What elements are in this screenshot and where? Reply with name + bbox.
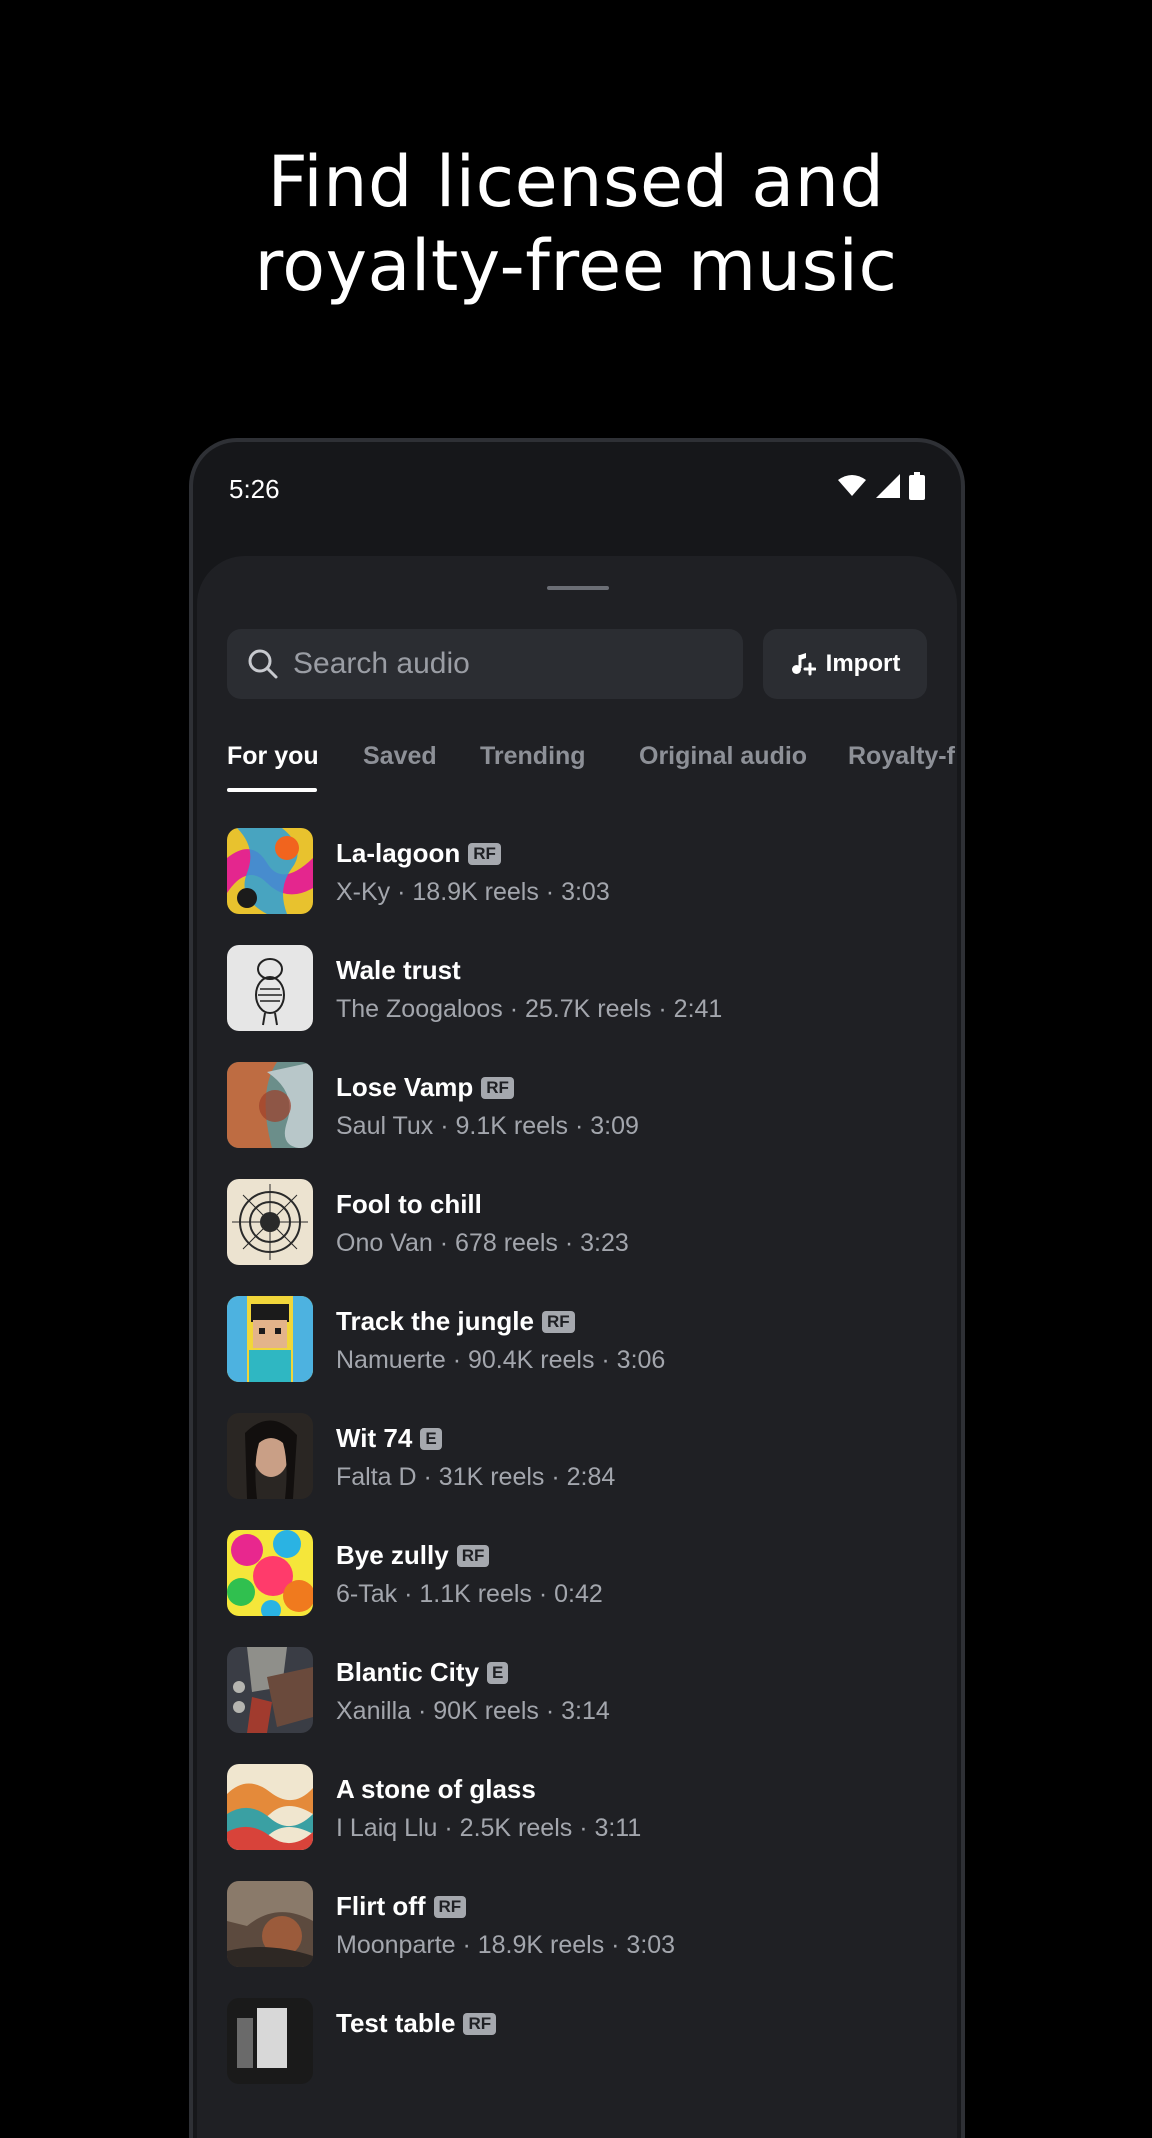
import-button[interactable]: Import	[763, 629, 927, 699]
tab-saved[interactable]: Saved	[363, 742, 437, 771]
rf-badge: RF	[433, 1895, 467, 1918]
audio-sheet: Search audio Import For you Saved Trendi…	[197, 556, 957, 2138]
tab-trending[interactable]: Trending	[480, 742, 586, 771]
headline: Find licensed and royalty-free music	[0, 140, 1152, 308]
track-row[interactable]: Flirt off RF Moonparte · 18.9K reels · 3…	[227, 1881, 927, 1998]
track-meta: Saul Tux · 9.1K reels · 3:09	[336, 1112, 639, 1140]
rf-badge: RF	[468, 842, 501, 865]
track-list: La-lagoon RF X-Ky · 18.9K reels · 3:03 W…	[227, 828, 927, 2115]
music-note-plus-icon	[791, 653, 816, 676]
rf-badge: RF	[481, 1076, 514, 1099]
track-meta: Ono Van · 678 reels · 3:23	[336, 1229, 629, 1257]
status-bar: 5:26	[193, 442, 961, 542]
track-title: Test table	[336, 2008, 456, 2038]
track-meta: X-Ky · 18.9K reels · 3:03	[336, 878, 610, 906]
track-title: Track the jungle	[336, 1306, 534, 1336]
search-icon	[248, 649, 278, 679]
track-meta: I Laiq Llu · 2.5K reels · 3:11	[336, 1814, 642, 1842]
track-meta: Moonparte · 18.9K reels · 3:03	[336, 1931, 676, 1959]
track-title: Wale trust	[336, 955, 461, 985]
album-art	[227, 1296, 313, 1382]
tab-bar: For you Saved Trending Original audio Ro…	[227, 726, 961, 796]
track-title-row: Bye zully RF	[336, 1540, 490, 1571]
track-title-row: Blantic City E	[336, 1657, 509, 1688]
track-title: Fool to chill	[336, 1189, 482, 1219]
album-art	[227, 828, 313, 914]
track-title-row: Fool to chill	[336, 1189, 482, 1220]
track-title: La-lagoon	[336, 838, 461, 868]
track-title-row: Test table RF	[336, 2008, 497, 2039]
album-art	[227, 1998, 313, 2084]
track-row[interactable]: Bye zully RF 6-Tak · 1.1K reels · 0:42	[227, 1530, 927, 1647]
rf-badge: RF	[541, 1310, 575, 1333]
track-title-row: Lose Vamp RF	[336, 1072, 514, 1103]
rf-badge: RF	[456, 1544, 490, 1567]
album-art	[227, 1764, 313, 1850]
track-row[interactable]: Lose Vamp RF Saul Tux · 9.1K reels · 3:0…	[227, 1062, 927, 1179]
explicit-badge: E	[420, 1427, 442, 1450]
album-art	[227, 945, 313, 1031]
album-art	[227, 1413, 313, 1499]
track-row[interactable]: Wit 74 E Falta D · 31K reels · 2:84	[227, 1413, 927, 1530]
track-meta: Falta D · 31K reels · 2:84	[336, 1463, 616, 1491]
track-title-row: A stone of glass	[336, 1774, 536, 1805]
battery-icon	[909, 472, 925, 500]
track-meta: Xanilla · 90K reels · 3:14	[336, 1697, 610, 1725]
track-row[interactable]: A stone of glass I Laiq Llu · 2.5K reels…	[227, 1764, 927, 1881]
status-icons	[837, 472, 925, 500]
wifi-icon	[838, 475, 866, 496]
album-art	[227, 1179, 313, 1265]
track-title: Flirt off	[336, 1891, 426, 1921]
track-title-row: Track the jungle RF	[336, 1306, 575, 1337]
tab-original-audio[interactable]: Original audio	[639, 742, 807, 771]
album-art	[227, 1881, 313, 1967]
track-row[interactable]: La-lagoon RF X-Ky · 18.9K reels · 3:03	[227, 828, 927, 945]
search-placeholder: Search audio	[293, 647, 470, 680]
track-row[interactable]: Track the jungle RF Namuerte · 90.4K ree…	[227, 1296, 927, 1413]
track-title-row: Wale trust	[336, 955, 461, 986]
rf-badge: RF	[463, 2012, 497, 2035]
track-title-row: La-lagoon RF	[336, 838, 501, 869]
active-tab-indicator	[227, 788, 317, 792]
track-row[interactable]: Blantic City E Xanilla · 90K reels · 3:1…	[227, 1647, 927, 1764]
track-title: Blantic City	[336, 1657, 480, 1687]
headline-line-2: royalty-free music	[254, 225, 898, 307]
tab-royalty-free[interactable]: Royalty-f	[848, 742, 955, 771]
status-time: 5:26	[229, 474, 280, 504]
signal-icon	[876, 474, 900, 498]
sheet-drag-handle[interactable]	[547, 586, 609, 590]
album-art	[227, 1530, 313, 1616]
track-meta: 6-Tak · 1.1K reels · 0:42	[336, 1580, 603, 1608]
headline-line-1: Find licensed and	[267, 141, 885, 223]
track-title: A stone of glass	[336, 1774, 536, 1804]
track-title: Bye zully	[336, 1540, 449, 1570]
track-title-row: Wit 74 E	[336, 1423, 442, 1454]
track-title: Wit 74	[336, 1423, 413, 1453]
track-row[interactable]: Test table RF	[227, 1998, 927, 2115]
track-title: Lose Vamp	[336, 1072, 474, 1102]
search-input[interactable]: Search audio	[227, 629, 743, 699]
album-art	[227, 1647, 313, 1733]
track-row[interactable]: Wale trust The Zoogaloos · 25.7K reels ·…	[227, 945, 927, 1062]
track-meta: The Zoogaloos · 25.7K reels · 2:41	[336, 995, 723, 1023]
tab-for-you[interactable]: For you	[227, 742, 319, 771]
album-art	[227, 1062, 313, 1148]
track-row[interactable]: Fool to chill Ono Van · 678 reels · 3:23	[227, 1179, 927, 1296]
explicit-badge: E	[487, 1661, 509, 1684]
track-title-row: Flirt off RF	[336, 1891, 467, 1922]
track-meta: Namuerte · 90.4K reels · 3:06	[336, 1346, 666, 1374]
import-button-label: Import	[825, 650, 901, 677]
phone-frame: 5:26 Search audio Import For you Saved T…	[189, 438, 965, 2138]
